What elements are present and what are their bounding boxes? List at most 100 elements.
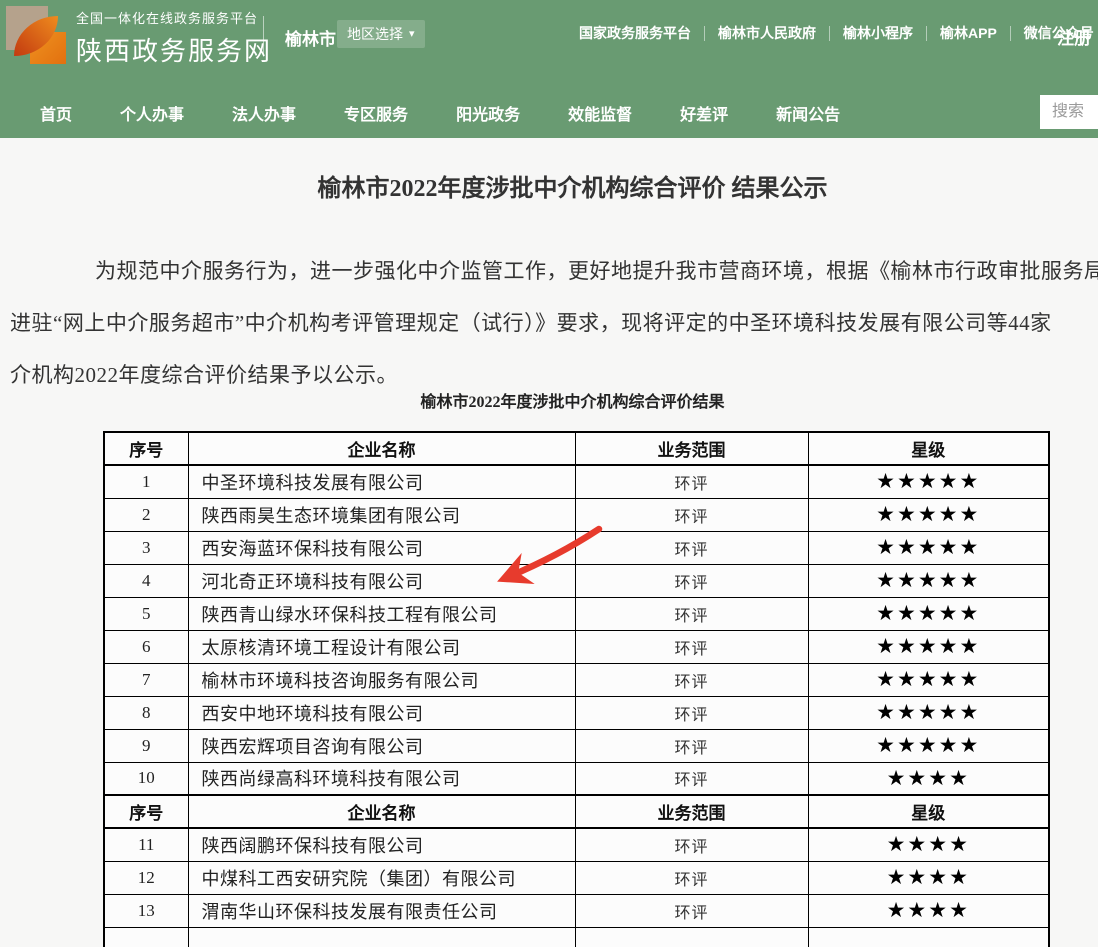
article: 榆林市2022年度涉批中介机构综合评价 结果公示 为规范中介服务行为，进一步强化…: [0, 138, 1098, 947]
cell-name: 中煤科工西安研究院（集团）有限公司: [188, 861, 575, 894]
platform-tagline: 全国一体化在线政务服务平台: [76, 8, 272, 27]
register-link[interactable]: 注册: [1057, 24, 1091, 49]
cell-scope: 环评: [575, 498, 808, 531]
table-row: 5陕西青山绿水环保科技工程有限公司环评★★★★★: [104, 597, 1049, 630]
table-row: 9陕西宏辉项目咨询有限公司环评★★★★★: [104, 729, 1049, 762]
search-box: [1040, 95, 1098, 129]
cell-name: 太原核清环境工程设计有限公司: [188, 630, 575, 663]
cell-scope: 环评: [575, 630, 808, 663]
table-header-row: 序号企业名称业务范围星级: [104, 795, 1049, 828]
cell-no: 12: [104, 861, 188, 894]
cell-stars: ★★★★★: [808, 498, 1049, 531]
cell-stars: ★★★★★: [808, 465, 1049, 498]
column-header: 序号: [104, 432, 188, 465]
cell-name: 渭南华山环保科技发展有限责任公司: [188, 894, 575, 927]
table-row: 12中煤科工西安研究院（集团）有限公司环评★★★★: [104, 861, 1049, 894]
cell-stars: ★★★★★: [808, 729, 1049, 762]
cell-empty: [808, 927, 1049, 947]
cell-no: 10: [104, 762, 188, 795]
cell-scope: 环评: [575, 531, 808, 564]
cell-name: 陕西宏辉项目咨询有限公司: [188, 729, 575, 762]
cell-name: 中圣环境科技发展有限公司: [188, 465, 575, 498]
table-row: 10陕西尚绿高科环境科技有限公司环评★★★★: [104, 762, 1049, 795]
table-row: 11陕西阔鹏环保科技有限公司环评★★★★: [104, 828, 1049, 861]
paragraph-line: 介机构2022年度综合评价结果予以公示。: [10, 359, 398, 389]
cell-no: 1: [104, 465, 188, 498]
column-header: 企业名称: [188, 432, 575, 465]
cell-scope: 环评: [575, 828, 808, 861]
search-input[interactable]: [1040, 95, 1098, 129]
cell-no: 7: [104, 663, 188, 696]
cell-scope: 环评: [575, 564, 808, 597]
table-row: 8西安中地环境科技有限公司环评★★★★★: [104, 696, 1049, 729]
header-link[interactable]: 榆林小程序: [830, 26, 927, 41]
cell-scope: 环评: [575, 729, 808, 762]
cell-stars: ★★★★: [808, 861, 1049, 894]
column-header: 星级: [808, 432, 1049, 465]
site-brand[interactable]: 全国一体化在线政务服务平台 陕西政务服务网: [76, 8, 272, 68]
header-divider: [263, 16, 264, 56]
nav-item[interactable]: 首页: [40, 101, 72, 125]
evaluation-table: 序号企业名称业务范围星级1中圣环境科技发展有限公司环评★★★★★2陕西雨昊生态环…: [103, 431, 1050, 947]
cell-empty: [575, 927, 808, 947]
cell-name: 陕西尚绿高科环境科技有限公司: [188, 762, 575, 795]
cell-stars: ★★★★★: [808, 696, 1049, 729]
cell-stars: ★★★★: [808, 828, 1049, 861]
header-links: 国家政务服务平台榆林市人民政府榆林小程序榆林APP微信公众号: [566, 26, 1098, 41]
cell-stars: ★★★★★: [808, 597, 1049, 630]
header-link[interactable]: 榆林市人民政府: [705, 26, 830, 41]
cell-empty: [104, 927, 188, 947]
cell-stars: ★★★★★: [808, 564, 1049, 597]
table-row: 1中圣环境科技发展有限公司环评★★★★★: [104, 465, 1049, 498]
nav-item[interactable]: 专区服务: [344, 101, 408, 125]
table-row: 6太原核清环境工程设计有限公司环评★★★★★: [104, 630, 1049, 663]
column-header: 企业名称: [188, 795, 575, 828]
header-link[interactable]: 榆林APP: [927, 26, 1011, 41]
chevron-down-icon: ▾: [409, 29, 415, 40]
cell-scope: 环评: [575, 597, 808, 630]
cell-scope: 环评: [575, 465, 808, 498]
cell-name: 陕西阔鹏环保科技有限公司: [188, 828, 575, 861]
cell-scope: 环评: [575, 762, 808, 795]
table-row: [104, 927, 1049, 947]
cell-name: 陕西雨昊生态环境集团有限公司: [188, 498, 575, 531]
cell-no: 6: [104, 630, 188, 663]
cell-name: 西安海蓝环保科技有限公司: [188, 531, 575, 564]
nav-item[interactable]: 法人办事: [232, 101, 296, 125]
main-nav: 首页 个人办事 法人办事 专区服务 阳光政务 效能监督 好差评 新闻公告: [0, 88, 1098, 138]
cell-scope: 环评: [575, 861, 808, 894]
nav-item[interactable]: 效能监督: [568, 101, 632, 125]
cell-no: 9: [104, 729, 188, 762]
table-row: 4河北奇正环境科技有限公司环评★★★★★: [104, 564, 1049, 597]
cell-no: 8: [104, 696, 188, 729]
cell-name: 榆林市环境科技咨询服务有限公司: [188, 663, 575, 696]
cell-stars: ★★★★: [808, 894, 1049, 927]
site-header: 全国一体化在线政务服务平台 陕西政务服务网 榆林市 地区选择 ▾ 国家政务服务平…: [0, 0, 1098, 88]
cell-no: 2: [104, 498, 188, 531]
cell-empty: [188, 927, 575, 947]
column-header: 星级: [808, 795, 1049, 828]
cell-scope: 环评: [575, 894, 808, 927]
column-header: 业务范围: [575, 795, 808, 828]
nav-item[interactable]: 阳光政务: [456, 101, 520, 125]
current-city-label: 榆林市: [285, 25, 336, 50]
nav-item[interactable]: 个人办事: [120, 101, 184, 125]
region-selector-label: 地区选择: [347, 24, 403, 44]
cell-name: 西安中地环境科技有限公司: [188, 696, 575, 729]
table-row: 3西安海蓝环保科技有限公司环评★★★★★: [104, 531, 1049, 564]
site-logo[interactable]: [6, 4, 64, 62]
table-row: 13渭南华山环保科技发展有限责任公司环评★★★★: [104, 894, 1049, 927]
paragraph-line: 为规范中介服务行为，进一步强化中介监管工作，更好地提升我市营商环境，根据《榆林市…: [95, 255, 1098, 285]
cell-no: 13: [104, 894, 188, 927]
cell-no: 3: [104, 531, 188, 564]
cell-no: 11: [104, 828, 188, 861]
header-link[interactable]: 国家政务服务平台: [566, 26, 705, 41]
table-caption: 榆林市2022年度涉批中介机构综合评价结果: [0, 388, 1098, 412]
region-selector-button[interactable]: 地区选择 ▾: [337, 20, 425, 48]
nav-item[interactable]: 新闻公告: [776, 101, 840, 125]
site-title: 陕西政务服务网: [76, 31, 272, 68]
cell-stars: ★★★★★: [808, 663, 1049, 696]
page-title: 榆林市2022年度涉批中介机构综合评价 结果公示: [0, 168, 1098, 203]
nav-item[interactable]: 好差评: [680, 101, 728, 125]
cell-scope: 环评: [575, 663, 808, 696]
